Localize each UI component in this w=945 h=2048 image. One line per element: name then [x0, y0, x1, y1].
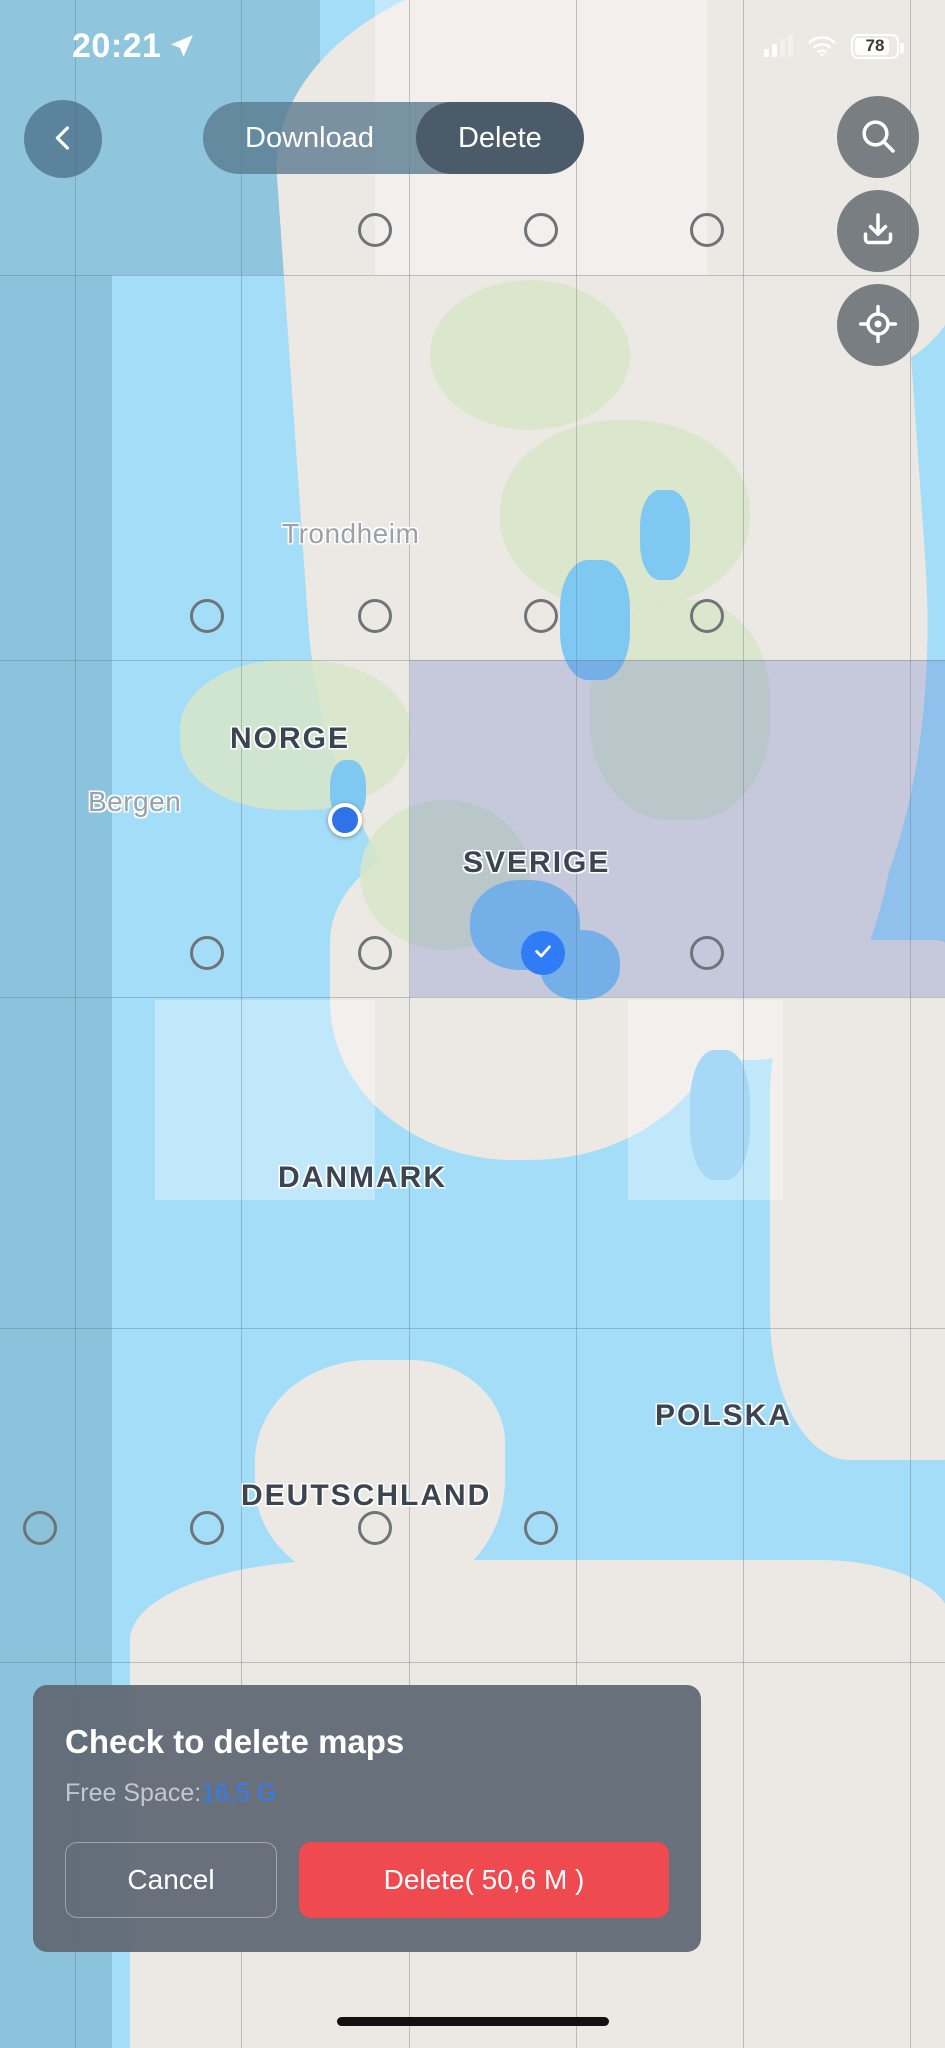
segment-delete[interactable]: Delete: [415, 102, 584, 174]
check-icon: [532, 940, 554, 967]
tile-handle[interactable]: [690, 213, 724, 247]
landmass-denmark: [255, 1360, 505, 1590]
map-label-bergen: Bergen: [88, 786, 182, 817]
tile-handle[interactable]: [23, 1511, 57, 1545]
tile-handle[interactable]: [190, 1511, 224, 1545]
landmass-baltic-coast: [770, 940, 945, 1460]
free-space-value: 16,5 G: [201, 1779, 277, 1807]
top-bar: Download Delete: [0, 100, 945, 180]
map-grid-line: [0, 1662, 945, 1663]
wifi-icon: [807, 35, 837, 57]
free-space-row: Free Space:16,5 G: [65, 1779, 669, 1808]
map-label-trondheim: Trondheim: [282, 518, 420, 549]
map-label-polska: POLSKA: [655, 1399, 793, 1432]
home-indicator[interactable]: [336, 2017, 609, 2026]
lake: [640, 490, 690, 580]
back-button[interactable]: [24, 100, 102, 178]
tile-handle[interactable]: [190, 936, 224, 970]
map-grid-line: [0, 1328, 945, 1329]
status-bar: 20:21 78: [0, 0, 945, 92]
cancel-button[interactable]: Cancel: [65, 1842, 277, 1918]
map-label-deutschland: DEUTSCHLAND: [241, 1479, 492, 1512]
phone-screen: Trondheim NORGE Bergen SVERIGE DANMARK DEUTSC…: [0, 0, 945, 2048]
battery-percent: 78: [865, 36, 885, 55]
tile-handle[interactable]: [358, 213, 392, 247]
chevron-left-icon: [48, 123, 78, 156]
dialog-actions: Cancel Delete( 50,6 M ): [65, 1842, 669, 1918]
tile-handle-checked[interactable]: [521, 931, 565, 975]
crosshair-locate-icon: [858, 304, 898, 347]
tile-handle[interactable]: [190, 599, 224, 633]
search-fab[interactable]: [837, 96, 919, 178]
forest-area: [430, 280, 630, 430]
location-arrow-icon: [169, 33, 195, 59]
delete-maps-dialog: Check to delete maps Free Space:16,5 G C…: [33, 1685, 701, 1952]
tile-handle[interactable]: [690, 599, 724, 633]
locate-fab[interactable]: [837, 284, 919, 366]
status-time: 20:21: [72, 26, 162, 65]
tile-handle[interactable]: [524, 1511, 558, 1545]
tile-handle[interactable]: [524, 599, 558, 633]
segment-download[interactable]: Download: [203, 102, 416, 174]
mode-segmented-control[interactable]: Download Delete: [203, 102, 584, 174]
lake: [690, 1050, 750, 1180]
map-grid-line: [0, 997, 945, 998]
map-grid-line: [0, 660, 945, 661]
tile-handle[interactable]: [358, 936, 392, 970]
battery-icon: 78: [851, 33, 904, 59]
status-bar-left: 20:21: [72, 27, 195, 66]
delete-button[interactable]: Delete( 50,6 M ): [299, 1842, 669, 1918]
cellular-signal-icon: [764, 35, 793, 57]
map-label-norge: NORGE: [230, 722, 351, 755]
download-fab[interactable]: [837, 190, 919, 272]
user-location-dot: [328, 803, 362, 837]
map-label-danmark: DANMARK: [278, 1161, 447, 1194]
map-action-buttons: [837, 96, 919, 378]
tile-handle[interactable]: [524, 213, 558, 247]
tile-handle[interactable]: [358, 1511, 392, 1545]
dialog-title: Check to delete maps: [65, 1723, 405, 1760]
tile-handle[interactable]: [358, 599, 392, 633]
tile-handle[interactable]: [690, 936, 724, 970]
lake: [560, 560, 630, 680]
status-bar-right: 78: [764, 33, 904, 59]
map-grid-line: [743, 0, 744, 2048]
search-icon: [858, 116, 898, 159]
map-grid-line: [0, 275, 945, 276]
download-icon: [858, 210, 898, 253]
map-label-sverige: SVERIGE: [463, 846, 611, 879]
free-space-label: Free Space:: [65, 1779, 202, 1807]
